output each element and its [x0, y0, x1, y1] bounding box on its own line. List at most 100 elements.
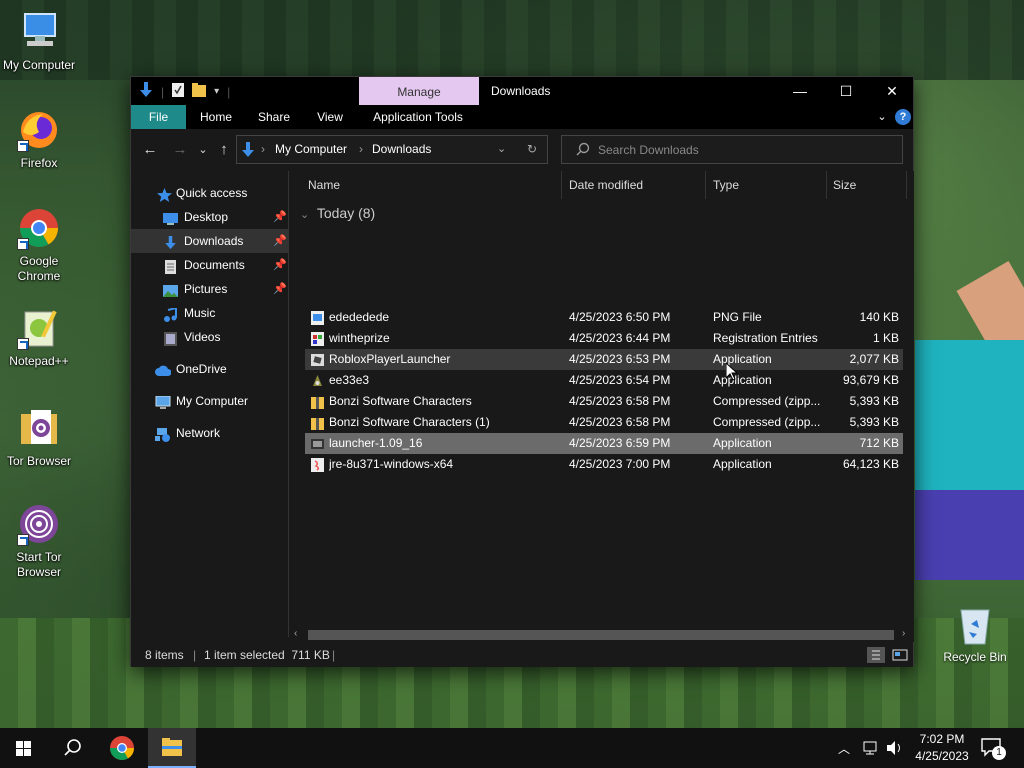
refresh-button[interactable]: ↻ — [527, 136, 537, 163]
chevron-up-icon: ︿ — [838, 742, 851, 756]
column-header-type[interactable]: Type — [707, 171, 827, 199]
file-type: Compressed (zipp... — [713, 394, 821, 408]
file-type: Application — [713, 457, 772, 471]
nav-item-my-computer[interactable]: My Computer — [131, 389, 288, 413]
chevron-down-icon: ⌄ — [300, 209, 310, 221]
horizontal-scrollbar[interactable]: ‹ › — [290, 628, 914, 642]
column-header-date-modified[interactable]: Date modified — [563, 171, 706, 199]
column-header-size[interactable]: Size — [827, 171, 907, 199]
speaker-icon — [887, 741, 900, 755]
search-box[interactable] — [561, 135, 903, 164]
file-explorer-window[interactable]: | ▾ | Manage Downloads — ☐ ✕ File Home S… — [130, 76, 914, 667]
start-button[interactable] — [0, 728, 48, 768]
scroll-left-icon[interactable]: ‹ — [294, 628, 297, 639]
table-row[interactable]: launcher-1.09_16 4/25/2023 6:59 PM Appli… — [305, 433, 903, 454]
nav-item-music[interactable]: Music — [131, 301, 288, 325]
taskbar-file-explorer[interactable] — [148, 728, 196, 768]
file-list[interactable]: Name Date modified Type Size ⌄ Today (8)… — [290, 171, 914, 637]
tab-application-tools[interactable]: Application Tools — [363, 105, 473, 129]
search-input[interactable] — [598, 136, 888, 163]
desktop-icon-tor-browser[interactable]: Tor Browser — [2, 406, 76, 469]
volume-button[interactable] — [886, 740, 904, 759]
desktop-icon-my-computer[interactable]: My Computer — [2, 10, 76, 73]
large-icons-view-icon — [892, 649, 908, 661]
table-row[interactable]: Bonzi Software Characters (1) 4/25/2023 … — [305, 412, 903, 433]
recent-locations-button[interactable]: ⌄ — [192, 139, 214, 161]
expand-ribbon-button[interactable]: ⌄ — [871, 105, 893, 129]
large-icons-view-button[interactable] — [891, 647, 909, 663]
tab-home[interactable]: Home — [191, 105, 241, 129]
address-bar[interactable]: › My Computer › Downloads ⌄ ↻ — [236, 135, 548, 164]
address-history-dropdown[interactable]: ⌄ — [497, 136, 506, 163]
desktop-icon-recycle-bin[interactable]: Recycle Bin — [942, 604, 1008, 664]
table-row[interactable]: jre-8u371-windows-x64 4/25/2023 7:00 PM … — [305, 454, 903, 475]
network-tray-button[interactable] — [862, 740, 880, 759]
new-folder-icon[interactable] — [192, 83, 207, 100]
nav-item-desktop[interactable]: Desktop 📌 — [131, 205, 288, 229]
nav-item-videos[interactable]: Videos — [131, 325, 288, 349]
clock[interactable]: 7:02 PM 4/25/2023 — [910, 732, 974, 763]
taskbar-chrome[interactable] — [98, 728, 146, 768]
nav-item-label: Network — [176, 426, 221, 440]
pin-icon[interactable]: 📌 — [273, 253, 287, 277]
pin-icon[interactable]: 📌 — [273, 277, 287, 301]
downloads-icon — [163, 234, 178, 250]
tab-share[interactable]: Share — [249, 105, 299, 129]
breadcrumb-downloads[interactable]: Downloads — [372, 136, 431, 163]
tab-manage[interactable]: Manage — [359, 77, 479, 105]
nav-item-pictures[interactable]: Pictures 📌 — [131, 277, 288, 301]
properties-icon[interactable] — [172, 83, 185, 100]
network-icon — [155, 426, 170, 442]
pin-icon[interactable]: 📌 — [273, 229, 287, 253]
close-button[interactable]: ✕ — [869, 77, 915, 105]
show-hidden-icons-button[interactable]: ︿ — [838, 740, 850, 757]
taskbar: ︿ 7:02 PM 4/25/2023 1 — [0, 728, 1024, 768]
table-row[interactable]: Bonzi Software Characters 4/25/2023 6:58… — [305, 391, 903, 412]
chevron-down-icon: ⌄ — [198, 144, 208, 156]
nav-item-network[interactable]: Network — [131, 421, 288, 445]
maximize-button[interactable]: ☐ — [823, 77, 869, 105]
item-count: 8 items — [145, 648, 184, 662]
search-button[interactable] — [48, 728, 96, 768]
breadcrumb-separator-icon: › — [359, 142, 363, 156]
desktop-icon-firefox[interactable]: Firefox — [2, 108, 76, 171]
help-button[interactable]: ? — [895, 109, 911, 125]
nav-item-label: Downloads — [184, 234, 244, 248]
title-bar[interactable]: | ▾ | Manage Downloads — ☐ ✕ — [131, 77, 913, 105]
table-row[interactable]: RobloxPlayerLauncher 4/25/2023 6:53 PM A… — [305, 349, 903, 370]
scrollbar-thumb[interactable] — [308, 630, 894, 640]
table-row[interactable]: edededede 4/25/2023 6:50 PM PNG File 140… — [305, 307, 903, 328]
action-center-button[interactable]: 1 — [980, 736, 1010, 762]
nav-item-onedrive[interactable]: OneDrive — [131, 357, 288, 381]
column-header-name[interactable]: Name — [302, 171, 562, 199]
customize-toolbar-icon[interactable]: ▾ — [214, 86, 219, 97]
forward-button[interactable]: → — [169, 139, 191, 161]
file-date: 4/25/2023 6:58 PM — [569, 394, 671, 408]
tab-file[interactable]: File — [131, 105, 186, 129]
desktop-icon-google-chrome[interactable]: Google Chrome — [2, 206, 76, 284]
nav-item-label: OneDrive — [176, 362, 227, 376]
tab-view[interactable]: View — [307, 105, 353, 129]
arrow-left-icon: ← — [142, 141, 158, 158]
desktop-icon-notepad-plus-plus[interactable]: Notepad++ — [2, 306, 76, 369]
nav-item-documents[interactable]: Documents 📌 — [131, 253, 288, 277]
minimize-button[interactable]: — — [777, 77, 823, 105]
pin-icon[interactable]: 📌 — [273, 205, 287, 229]
file-date: 4/25/2023 6:44 PM — [569, 331, 671, 345]
back-button[interactable]: ← — [139, 139, 161, 161]
table-row[interactable]: ee33e3 4/25/2023 6:54 PM Application 93,… — [305, 370, 903, 391]
star-icon — [157, 186, 172, 202]
table-row[interactable]: wintheprize 4/25/2023 6:44 PM Registrati… — [305, 328, 903, 349]
download-arrow-icon[interactable] — [139, 82, 153, 101]
breadcrumb-my-computer[interactable]: My Computer — [275, 136, 347, 163]
nav-item-downloads[interactable]: Downloads 📌 — [131, 229, 288, 253]
desktop-icon-start-tor-browser[interactable]: Start Tor Browser — [2, 502, 76, 580]
nav-item-quick-access[interactable]: Quick access — [131, 181, 288, 205]
details-view-button[interactable] — [867, 647, 885, 663]
desktop-icon-label: Firefox — [20, 156, 58, 170]
wallpaper-top — [0, 0, 1024, 80]
group-header-today[interactable]: ⌄ Today (8) — [300, 205, 375, 221]
file-type: PNG File — [713, 310, 762, 324]
up-button[interactable]: ↑ — [213, 139, 235, 161]
scroll-right-icon[interactable]: › — [902, 628, 905, 639]
